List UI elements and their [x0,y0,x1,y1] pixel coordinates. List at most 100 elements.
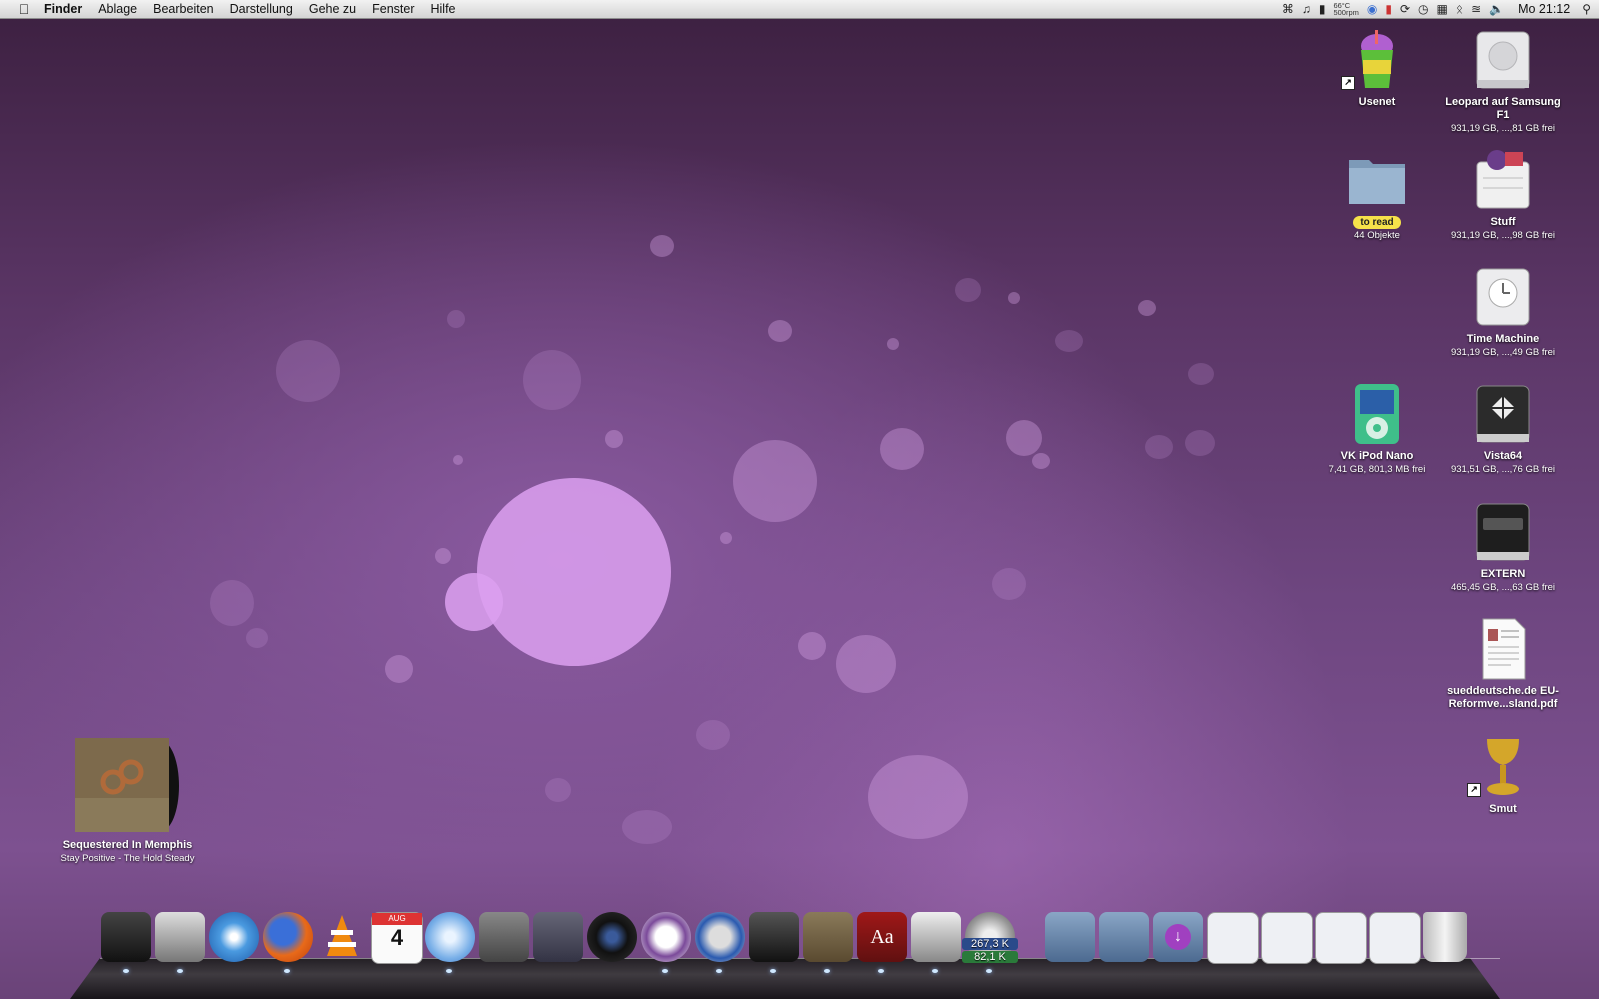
desktop-icon-label: Leopard auf Samsung F1 [1445,96,1561,121]
dock-firefox-icon[interactable] [263,912,313,962]
desktop-icon-info: 931,19 GB, ...,49 GB frei [1450,347,1556,358]
dock-vlc-icon[interactable] [317,912,367,962]
clock[interactable]: Mo 21:12 [1518,2,1570,16]
golden-chalice-icon: ↗ [1467,735,1535,799]
running-indicator [878,969,884,973]
drive-with-items-icon [1471,148,1535,212]
calendar-month: AUG [372,913,422,925]
temperature-icon[interactable]: 66°C 500rpm [1333,2,1359,17]
desktop-icon-smut[interactable]: ↗ Smut [1440,735,1566,816]
fan-speed-value: 500rpm [1333,8,1359,17]
dock-trash-icon[interactable] [1423,912,1467,962]
menu-hilfe[interactable]: Hilfe [423,2,464,16]
bluetooth-icon[interactable]: ᛟ [1456,2,1463,16]
menu-finder[interactable]: Finder [34,2,90,16]
desktop-icon-info: 44 Objekte [1354,230,1400,241]
desktop-icon-stuff-drive[interactable]: Stuff 931,19 GB, ...,98 GB frei [1440,148,1566,242]
time-machine-drive-icon [1471,265,1535,329]
running-indicator [770,969,776,973]
running-indicator [932,969,938,973]
volume-icon[interactable]: 🔈 [1489,2,1504,16]
dock-documents-stack-icon[interactable] [1099,912,1149,962]
menu-bar:  Finder Ablage Bearbeiten Darstellung G… [0,0,1599,19]
windows-drive-icon [1471,382,1535,446]
running-indicator [177,969,183,973]
dock-system-preferences-icon[interactable] [479,912,529,962]
dock-dictionary-icon[interactable]: Aa [857,912,907,962]
sync-icon[interactable]: ⟳ [1400,2,1410,16]
dock-minimized-window-1[interactable] [1207,912,1259,964]
ipod-nano-icon [1345,382,1409,446]
apple-icon[interactable]:  [14,1,34,17]
desktop-icon-label: VK iPod Nano [1340,450,1414,462]
running-indicator [123,969,129,973]
desktop-icon-extern-drive[interactable]: EXTERN 465,45 GB, ...,63 GB frei [1440,500,1566,594]
desktop-icon-leopard-drive[interactable]: Leopard auf Samsung F1 931,19 GB, ...,81… [1440,28,1566,135]
desktop-icon-label: Vista64 [1483,450,1523,462]
desktop-icon-info: Stay Positive - The Hold Steady [60,853,195,864]
menu-gehe-zu[interactable]: Gehe zu [301,2,364,16]
desktop-icon-info: 931,19 GB, ...,81 GB frei [1450,123,1556,134]
dock-ical-icon[interactable]: AUG 4 [371,912,423,964]
pdf-document-icon [1471,617,1535,681]
spotlight-icon[interactable]: ⚲ [1582,2,1591,16]
album-cover-icon [74,738,181,834]
dock-downloads-stack-icon[interactable]: ↓ [1153,912,1203,962]
desktop-icon-usenet[interactable]: ↗ Usenet [1314,28,1440,109]
dock-safari-icon[interactable] [209,912,259,962]
dock-minimized-window-4[interactable] [1369,912,1421,964]
dock-photo-booth-icon[interactable] [587,912,637,962]
menu-bearbeiten[interactable]: Bearbeiten [145,2,221,16]
battery-meter-icon[interactable]: ▮ [1385,2,1392,16]
dock-frontrow-icon[interactable] [749,912,799,962]
app-icon[interactable]: ◉ [1367,2,1377,16]
desktop-icon-label: Usenet [1358,96,1396,108]
desktop-icon-label: sueddeutsche.de EU-Reformve...sland.pdf [1447,685,1559,710]
running-indicator [284,969,290,973]
dock-network-utility-icon[interactable] [695,912,745,962]
download-arrow-icon: ↓ [1165,924,1191,950]
hard-drive-icon [1471,28,1535,92]
dock-mail-icon[interactable] [155,912,205,962]
running-indicator [986,969,992,973]
dock-minimized-window-3[interactable] [1315,912,1367,964]
desktop-icon-label: Stuff [1490,216,1516,228]
time-machine-icon[interactable]: ◷ [1418,2,1428,16]
external-drive-icon [1471,500,1535,564]
network-up-rate: 82,1 K [962,951,1018,963]
status-menus: ⌘ ♫ ▮ 66°C 500rpm ◉ ▮ ⟳ ◷ ▦ ᛟ ≊ 🔈 Mo 21:… [1282,0,1591,18]
running-indicator [662,969,668,973]
folder-icon [1345,148,1409,212]
desktop-icon-info: 7,41 GB, 801,3 MB frei [1328,464,1426,475]
desktop-icon-vista64-drive[interactable]: Vista64 931,51 GB, ...,76 GB frei [1440,382,1566,476]
desktop-icon-to-read-folder[interactable]: to read 44 Objekte [1314,148,1440,242]
music-note-icon[interactable]: ♫ [1302,2,1311,16]
command-icon[interactable]: ⌘ [1282,2,1294,16]
desktop-icon-ipod-nano[interactable]: VK iPod Nano 7,41 GB, 801,3 MB frei [1314,382,1440,476]
wifi-icon[interactable]: ≊ [1471,2,1481,16]
menu-fenster[interactable]: Fenster [364,2,422,16]
menu-ablage[interactable]: Ablage [90,2,145,16]
dock-adium-icon[interactable] [641,912,691,962]
running-indicator [446,969,452,973]
desktop-icon-time-machine-drive[interactable]: Time Machine 931,19 GB, ...,49 GB frei [1440,265,1566,359]
menu-darstellung[interactable]: Darstellung [222,2,301,16]
network-down-rate: 267,3 K [962,938,1018,950]
dock-itunes-icon[interactable] [425,912,475,962]
dock-album-art-icon[interactable] [803,912,853,962]
grid-icon[interactable]: ▦ [1437,2,1448,16]
dock-pictures-stack-icon[interactable] [1045,912,1095,962]
dock-script-editor-icon[interactable] [533,912,583,962]
dock-minimized-window-2[interactable] [1261,912,1313,964]
desktop-icon-info: 465,45 GB, ...,63 GB frei [1450,582,1556,593]
running-indicator [824,969,830,973]
desktop-icon-pdf-file[interactable]: sueddeutsche.de EU-Reformve...sland.pdf [1440,617,1566,711]
desktop[interactable]:  Finder Ablage Bearbeiten Darstellung G… [0,0,1599,999]
desktop-icon-label: Time Machine [1466,333,1540,345]
dock-printer-icon[interactable] [911,912,961,962]
calendar-day: 4 [390,925,404,950]
dock [70,958,1500,999]
desktop-icon-album[interactable]: Sequestered In Memphis Stay Positive - T… [55,738,200,865]
dock-disk-utility-icon[interactable] [101,912,151,962]
dropbox-icon[interactable]: ▮ [1319,2,1326,16]
